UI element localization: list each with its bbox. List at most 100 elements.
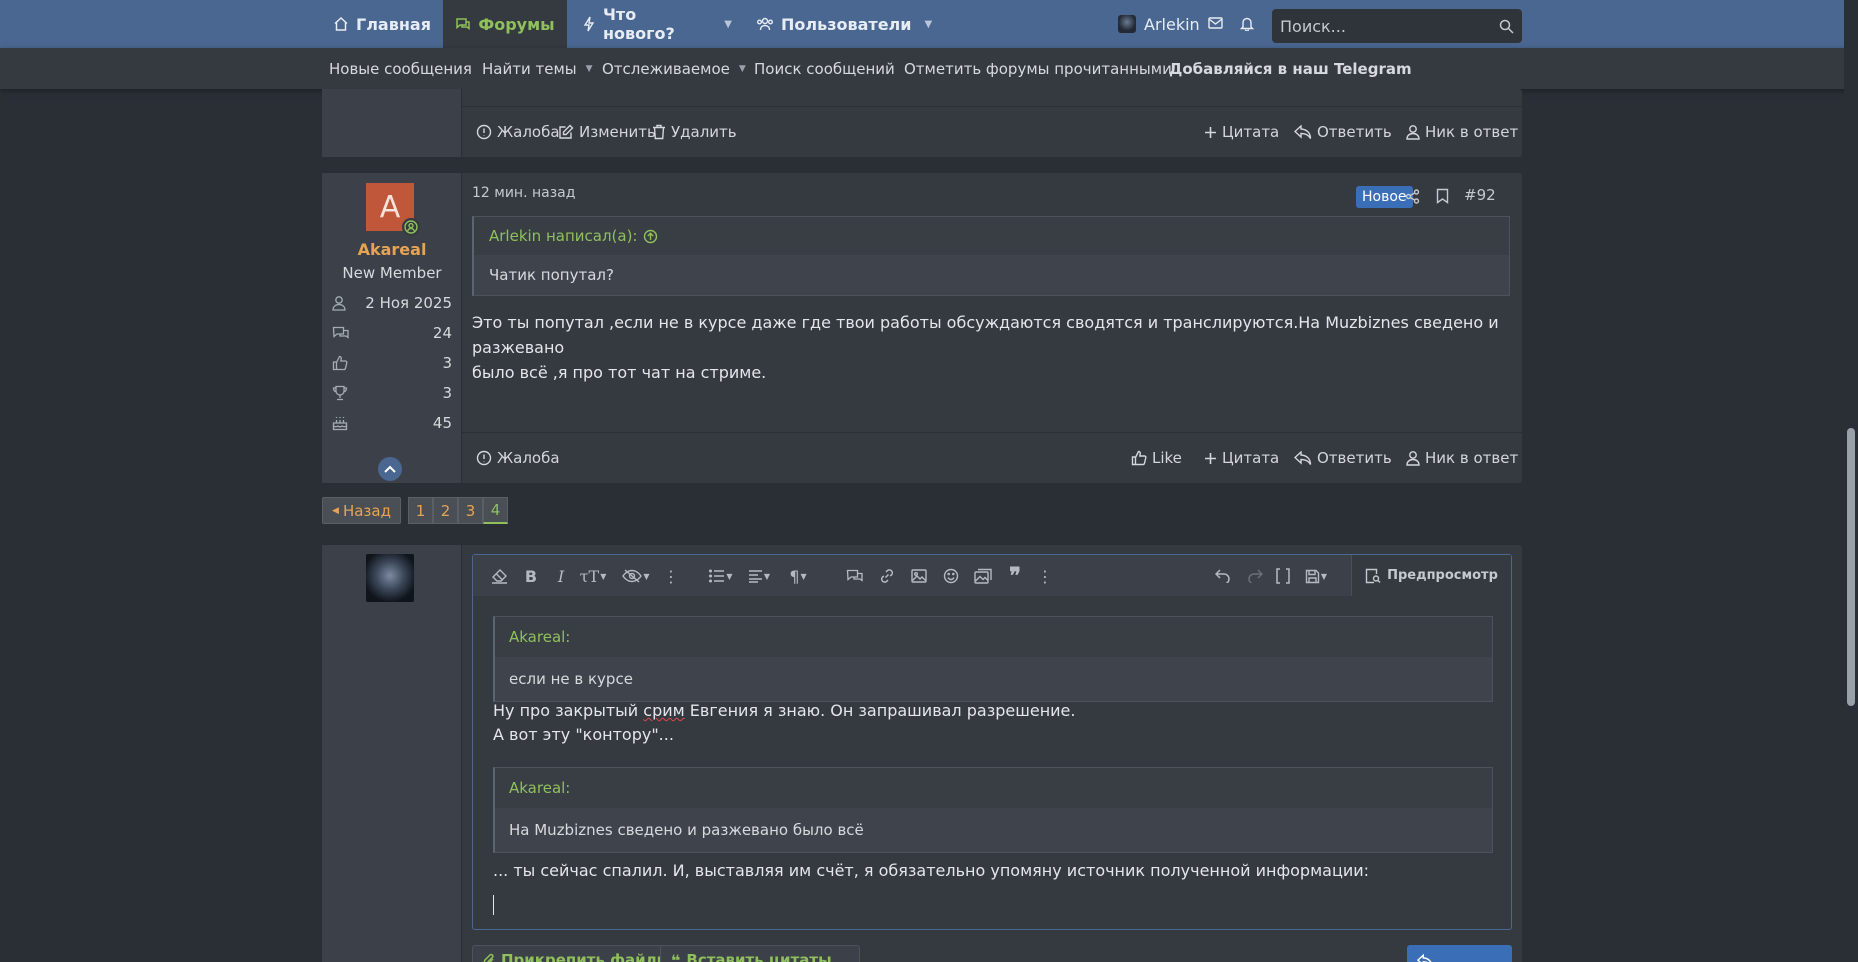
undo-icon[interactable] [1211,564,1235,588]
insert-quotes-button[interactable]: ❝ Вставить цитаты... [660,945,860,962]
nav-tab-forums[interactable]: Форумы [443,0,567,48]
preview-button[interactable]: Предпросмотр [1351,555,1511,596]
pagination-page[interactable]: 3 [458,497,483,524]
chevron-down-icon[interactable]: ▼ [924,19,932,30]
chevron-down-icon[interactable]: ▼ [724,19,732,30]
quote-body: Чатик попутал? [489,266,614,284]
quote-icon[interactable]: ❞ [1003,563,1027,589]
arrow-up-circle-icon[interactable] [643,229,658,244]
nav-tab-home[interactable]: Главная [322,0,442,48]
post-number[interactable]: #92 [1464,186,1496,204]
clear-formatting-icon[interactable] [487,564,511,588]
account-username: Arlekin [1144,14,1200,34]
bell-icon[interactable] [1240,16,1254,31]
subnav-watched-label: Отслеживаемое [602,59,730,78]
like-button[interactable]: Like [1131,449,1182,467]
nav-tab-members[interactable]: Пользователи ▼ [756,0,932,48]
search-icon[interactable] [1499,19,1514,34]
chevron-down-icon[interactable]: ▼ [586,64,593,74]
bookmark-icon[interactable] [1436,188,1449,204]
editor-text: Ну про закрытый срим Евгения я знаю. Он … [493,699,1075,747]
report-label: Жалоба [497,123,560,141]
user-column [322,89,462,157]
reply-icon [1294,124,1312,140]
list-icon[interactable]: ▼ [705,564,737,588]
image-icon[interactable] [907,564,931,588]
scrollbar-thumb[interactable] [1847,428,1855,706]
italic-icon[interactable]: I [549,564,573,588]
fullscreen-icon[interactable] [1271,564,1295,588]
subnav-find-threads[interactable]: Найти темы ▼ [482,48,593,89]
redo-icon[interactable] [1243,564,1267,588]
attach-files-button[interactable]: Прикрепить файлы [472,945,682,962]
stat-messages-value: 24 [432,324,452,342]
rich-text-editor[interactable]: B I τT ▼ ▼ ⋮ ▼ ▼ ¶ ▼ ❞ ⋮ ▼ Предпросмотр … [472,554,1512,930]
share-icon[interactable] [1405,189,1420,204]
bold-icon[interactable]: B [519,564,543,588]
more-vertical-icon[interactable]: ⋮ [1033,564,1057,588]
pagination-page[interactable]: 1 [408,497,433,524]
media-gallery-icon[interactable] [971,564,995,588]
attach-files-label: Прикрепить файлы [501,951,671,962]
stat-points-value: 3 [442,384,452,402]
account-link[interactable]: Arlekin [1118,0,1200,48]
quote-header[interactable]: Arlekin написал(а): [474,217,1509,255]
report-button[interactable]: Жалоба [476,449,560,467]
post-date[interactable]: 12 мин. назад [472,185,575,201]
reply-button[interactable]: Ответить [1294,123,1392,141]
quote-author: Akareal: [495,617,1492,657]
quote-body: На Muzbiznes сведено и разжевано было вс… [509,821,864,839]
editor-text-line: Ну про закрытый срим Евгения я знаю. Он … [493,699,1075,723]
envelope-icon[interactable] [1208,16,1223,30]
avatar[interactable] [366,554,414,602]
subnav-mark-read[interactable]: Отметить форумы прочитанными [904,48,1172,89]
paragraph-icon[interactable]: ¶ ▼ [783,564,813,588]
nav-tab-forums-label: Форумы [478,14,555,34]
smile-icon[interactable] [939,564,963,588]
nick-reply-button[interactable]: Ник в ответ [1406,449,1518,467]
chevron-down-icon[interactable]: ▼ [739,64,746,74]
search-box[interactable] [1272,9,1522,43]
comments-icon[interactable] [843,564,867,588]
subnav-search-posts[interactable]: Поиск сообщений [754,48,895,89]
subnav-find-threads-label: Найти темы [482,59,577,78]
editor-quote: Akareal: На Muzbiznes сведено и разжеван… [493,767,1493,853]
save-draft-icon[interactable]: ▼ [1299,564,1333,588]
chevron-left-icon: ◀ [332,505,339,516]
nav-tab-whats-new[interactable]: Что нового? ▼ [582,0,732,48]
align-icon[interactable]: ▼ [743,564,775,588]
delete-button[interactable]: Удалить [652,123,737,141]
quote-button[interactable]: Цитата [1204,123,1279,141]
font-size-icon[interactable]: τT ▼ [577,564,609,588]
edit-button[interactable]: Изменить [558,123,656,141]
page-scrollbar[interactable] [1844,0,1858,962]
search-input[interactable] [1280,16,1480,36]
user-title: New Member [342,264,442,282]
username[interactable]: Akareal [322,240,462,259]
stat-reactions-value: 3 [442,354,452,372]
quote-label: Цитата [1222,123,1280,141]
reply-label: Ответить [1317,123,1392,141]
pagination-page-current[interactable]: 4 [483,497,508,524]
pagination-back-button[interactable]: ◀ Назад [322,497,401,524]
report-button[interactable]: Жалоба [476,123,560,141]
subnav-telegram[interactable]: Добавляйся в наш Telegram [1169,48,1412,89]
eye-slash-icon[interactable]: ▼ [619,564,653,588]
quote-author: Arlekin написал(а): [489,227,638,245]
link-icon[interactable] [875,564,899,588]
comments-icon [332,325,350,341]
reply-button[interactable]: Ответить [1294,449,1392,467]
like-label: Like [1152,449,1182,467]
subnav-watched[interactable]: Отслеживаемое ▼ [602,48,746,89]
stat-messages: 24 [332,322,452,344]
scroll-up-button[interactable] [378,457,402,481]
subnav-new-posts[interactable]: Новые сообщения [329,48,472,89]
submit-reply-button[interactable] [1407,945,1512,962]
users-icon [756,16,774,32]
quote-button[interactable]: Цитата [1204,449,1279,467]
preview-label: Предпросмотр [1387,568,1498,583]
pagination-page[interactable]: 2 [433,497,458,524]
stat-joined-value: 2 Ноя 2025 [365,294,452,312]
more-vertical-icon[interactable]: ⋮ [659,564,683,588]
nick-reply-button[interactable]: Ник в ответ [1406,123,1518,141]
